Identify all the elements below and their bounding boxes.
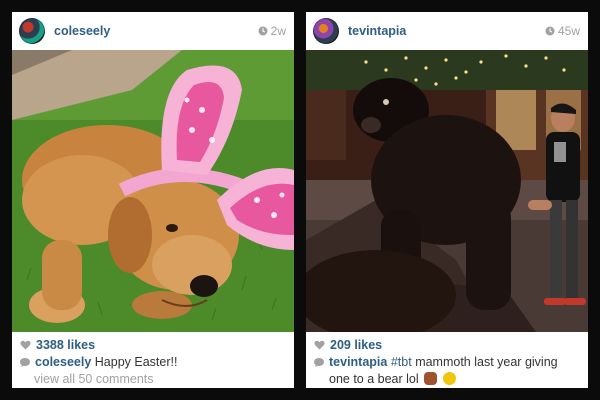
avatar[interactable] <box>313 18 339 44</box>
post-card: coleseely 2w 3388 likes coleseely Happy … <box>12 12 294 388</box>
post-timestamp: 2w <box>258 24 286 38</box>
post-photo[interactable] <box>306 50 588 332</box>
post-footer: 3388 likes coleseely Happy Easter!! view… <box>12 332 294 388</box>
hashtag-link[interactable]: #tbt <box>391 355 412 369</box>
clock-icon <box>258 26 268 36</box>
post-photo[interactable] <box>12 50 294 332</box>
likes-count[interactable]: 209 likes <box>330 337 382 354</box>
heart-icon <box>20 340 31 350</box>
post-header: coleseely 2w <box>12 12 294 50</box>
caption-row: coleseely Happy Easter!! <box>20 354 286 371</box>
post-timestamp: 45w <box>545 24 580 38</box>
caption-username[interactable]: tevintapia <box>329 355 387 369</box>
instagram-feed: coleseely 2w 3388 likes coleseely Happy … <box>0 0 600 400</box>
view-all-comments-link[interactable]: view all 50 comments <box>34 371 154 388</box>
post-footer: 209 likes tevintapia #tbt mammoth last y… <box>306 332 588 388</box>
caption-row: tevintapia #tbt mammoth last year giving… <box>314 354 580 388</box>
bear-emoji-icon <box>424 372 438 385</box>
time-label: 2w <box>270 24 286 38</box>
likes-row: 209 likes <box>314 337 580 354</box>
clock-icon <box>545 26 555 36</box>
post-card: tevintapia 45w 209 likes tevintapia #tbt… <box>306 12 588 388</box>
likes-count[interactable]: 3388 likes <box>36 337 95 354</box>
likes-row: 3388 likes <box>20 337 286 354</box>
caption-username[interactable]: coleseely <box>35 355 91 369</box>
comment-bubble-icon <box>314 358 324 367</box>
caption-text: Happy Easter!! <box>94 355 178 369</box>
time-label: 45w <box>557 24 580 38</box>
comment-bubble-icon <box>20 358 30 367</box>
avatar[interactable] <box>19 18 45 44</box>
heart-icon <box>314 340 325 350</box>
laughing-emoji-icon <box>442 372 456 385</box>
username-link[interactable]: tevintapia <box>348 24 406 38</box>
post-header: tevintapia 45w <box>306 12 588 50</box>
username-link[interactable]: coleseely <box>54 24 110 38</box>
